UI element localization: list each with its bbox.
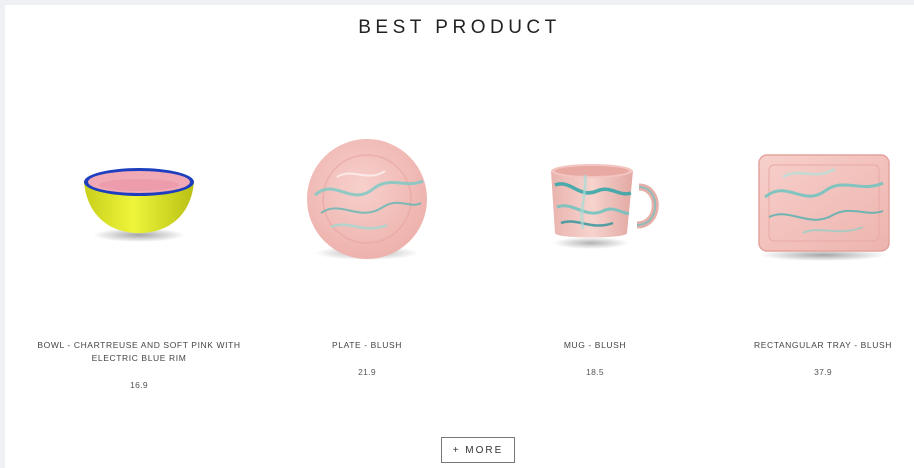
product-name[interactable]: BOWL - CHARTREUSE AND SOFT PINK WITH ELE… <box>25 339 253 365</box>
product-image-bowl[interactable] <box>25 137 253 267</box>
product-name[interactable]: PLATE - BLUSH <box>253 339 481 352</box>
product-price: 18.5 <box>586 367 604 377</box>
section-title: BEST PRODUCT <box>358 17 561 38</box>
product-image-tray[interactable] <box>709 137 914 267</box>
tray-image-icon <box>758 154 890 261</box>
mug-image-icon <box>551 164 659 249</box>
best-product-section: BEST PRODUCT BOWL - CHARTREUSE AND SOFT … <box>5 5 914 468</box>
product-price: 37.9 <box>814 367 832 377</box>
more-button[interactable]: + MORE <box>441 437 515 463</box>
product-name[interactable]: RECTANGULAR TRAY - BLUSH <box>709 339 914 352</box>
product-image-mug[interactable] <box>481 137 709 267</box>
product-price: 21.9 <box>358 367 376 377</box>
product-price: 16.9 <box>130 380 148 390</box>
bowl-image-icon <box>84 168 194 242</box>
plate-image-icon <box>307 139 427 260</box>
product-image-plate[interactable] <box>253 137 481 267</box>
product-name[interactable]: MUG - BLUSH <box>481 339 709 352</box>
